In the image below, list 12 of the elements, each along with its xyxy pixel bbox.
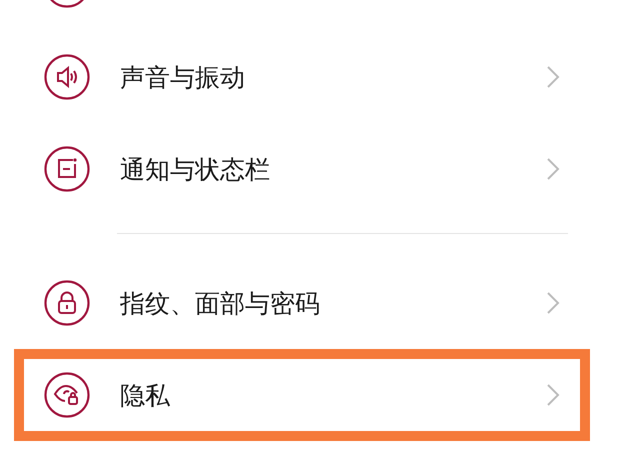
chevron-right-icon xyxy=(546,383,560,407)
settings-item[interactable]: 通知与状态栏 xyxy=(14,123,590,215)
eye-lock-icon xyxy=(44,372,90,418)
lock-icon xyxy=(44,280,90,326)
chevron-right-icon xyxy=(546,65,560,89)
chevron-right-icon xyxy=(546,291,560,315)
chevron-right-icon xyxy=(546,157,560,181)
settings-item[interactable]: 指纹、面部与密码 xyxy=(14,257,590,349)
speaker-icon xyxy=(44,54,90,100)
settings-item[interactable]: 隐私 xyxy=(14,349,590,441)
settings-item[interactable]: 声音与振动 xyxy=(14,31,590,123)
notification-icon xyxy=(44,146,90,192)
